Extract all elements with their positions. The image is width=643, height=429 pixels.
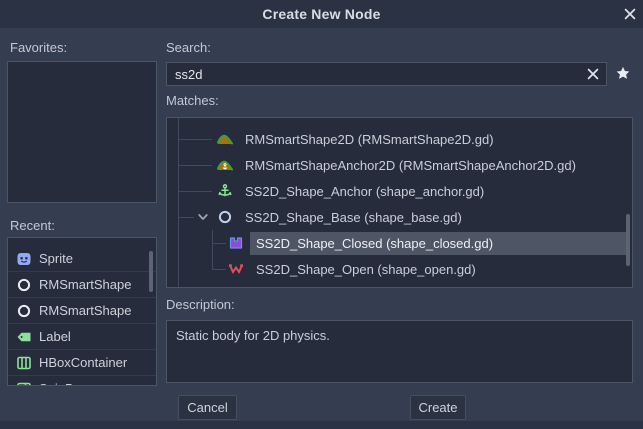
chevron-down-icon bbox=[195, 209, 211, 225]
spinbox-icon bbox=[16, 381, 32, 387]
item-label: HBoxContainer bbox=[39, 355, 127, 370]
list-item[interactable]: RMSmartShape bbox=[8, 272, 156, 298]
ring-icon bbox=[16, 303, 32, 319]
favorites-list[interactable] bbox=[7, 61, 157, 203]
recent-label: Recent: bbox=[10, 218, 55, 233]
tree-row[interactable]: SS2D_Shape_Closed (shape_closed.gd) bbox=[167, 230, 632, 256]
shape-closed-icon bbox=[228, 235, 244, 251]
item-label: Sprite bbox=[39, 251, 73, 266]
recent-list[interactable]: Sprite RMSmartShape RMSmartShape Label HBoxC… bbox=[7, 237, 157, 386]
close-button[interactable] bbox=[620, 4, 640, 24]
item-label: SS2D_Shape_Base (shape_base.gd) bbox=[239, 206, 630, 229]
tree-row[interactable]: RMSmartShape2D (RMSmartShape2D.gd) bbox=[167, 126, 632, 152]
dialog-title: Create New Node bbox=[262, 6, 380, 22]
tree-row[interactable]: RMSmartShapeAnchor2D (RMSmartShapeAnchor… bbox=[167, 152, 632, 178]
list-item[interactable]: HBoxContainer bbox=[8, 350, 156, 376]
tree-row[interactable]: SS2D_Shape_Anchor (shape_anchor.gd) bbox=[167, 178, 632, 204]
item-label: Label bbox=[39, 329, 71, 344]
list-item[interactable]: Label bbox=[8, 324, 156, 350]
sprite-icon bbox=[16, 251, 32, 267]
favorites-label: Favorites: bbox=[10, 40, 67, 55]
dialog-bottom-border bbox=[0, 421, 643, 429]
item-label: SpinBox bbox=[39, 381, 87, 386]
item-label: RMSmartShape2D (RMSmartShape2D.gd) bbox=[239, 128, 630, 151]
matches-label: Matches: bbox=[166, 93, 219, 108]
ring-icon bbox=[16, 277, 32, 293]
matches-tree[interactable]: RMSmartShape2D (RMSmartShape2D.gd) RMSmar… bbox=[166, 117, 633, 288]
search-input[interactable] bbox=[166, 62, 607, 86]
description-label: Description: bbox=[166, 297, 235, 312]
circle-icon bbox=[217, 209, 233, 225]
item-label: SS2D_Shape_Closed (shape_closed.gd) bbox=[250, 232, 630, 255]
star-icon bbox=[615, 64, 631, 83]
description-box: Static body for 2D physics. bbox=[166, 320, 633, 383]
list-item[interactable]: RMSmartShape bbox=[8, 298, 156, 324]
item-label: RMSmartShape bbox=[39, 303, 131, 318]
cancel-button[interactable]: Cancel bbox=[178, 395, 237, 420]
item-label: RMSmartShape bbox=[39, 277, 131, 292]
item-label: SS2D_Shape_Anchor (shape_anchor.gd) bbox=[239, 180, 630, 203]
tree-row[interactable]: SS2D_Shape_Base (shape_base.gd) bbox=[167, 204, 632, 230]
terrain-anchor-icon bbox=[217, 157, 233, 173]
clear-search-button[interactable] bbox=[584, 66, 602, 82]
create-new-node-dialog: Create New Node Favorites: Recent: Sprit… bbox=[0, 0, 643, 429]
item-label: SS2D_Shape_Open (shape_open.gd) bbox=[250, 258, 630, 281]
shape-open-icon bbox=[228, 261, 244, 277]
search-label: Search: bbox=[166, 40, 211, 55]
create-button[interactable]: Create bbox=[410, 395, 466, 420]
list-item[interactable]: SpinBox bbox=[8, 376, 156, 386]
anchor-icon bbox=[217, 183, 233, 199]
dialog-titlebar: Create New Node bbox=[0, 0, 643, 28]
matches-scrollbar[interactable] bbox=[626, 214, 630, 266]
clear-icon bbox=[585, 66, 601, 82]
list-item[interactable]: Sprite bbox=[8, 246, 156, 272]
hbox-icon bbox=[16, 355, 32, 371]
tree-row[interactable]: SS2D_Shape_Open (shape_open.gd) bbox=[167, 256, 632, 282]
description-text: Static body for 2D physics. bbox=[176, 328, 330, 343]
terrain-icon bbox=[217, 131, 233, 147]
close-icon bbox=[622, 6, 638, 22]
tag-icon bbox=[16, 329, 32, 345]
item-label: RMSmartShapeAnchor2D (RMSmartShapeAnchor… bbox=[239, 154, 630, 177]
recent-scrollbar[interactable] bbox=[149, 251, 153, 292]
favorite-toggle-button[interactable] bbox=[612, 63, 633, 84]
